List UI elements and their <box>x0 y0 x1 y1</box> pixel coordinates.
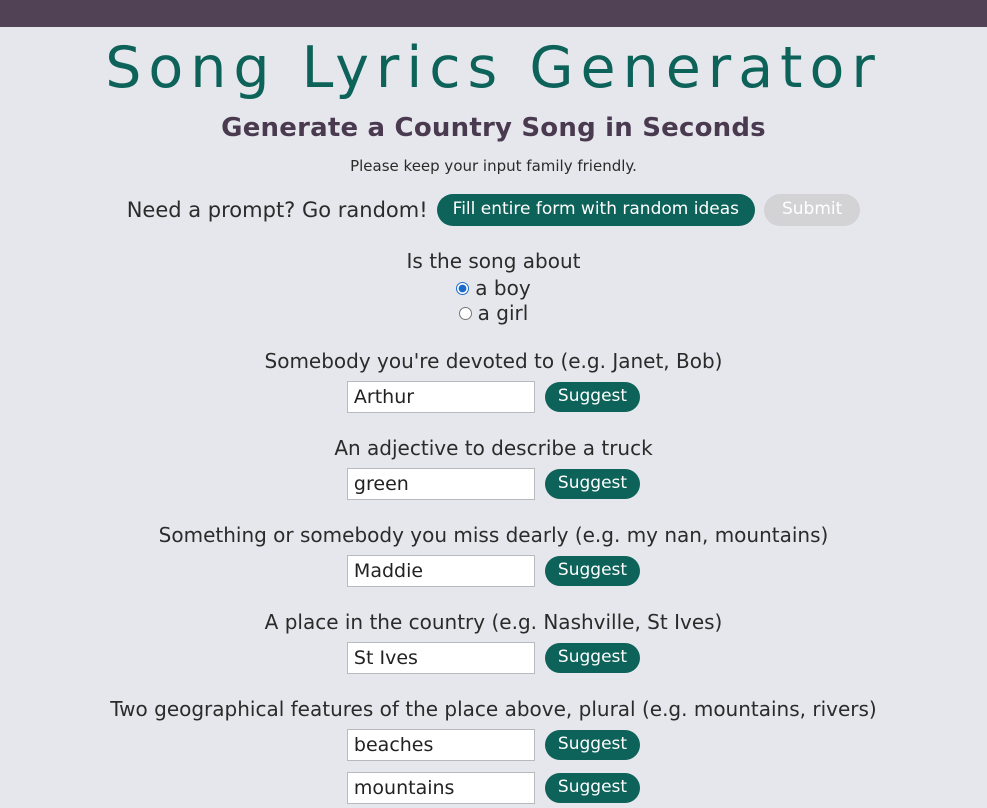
page-content: Song Lyrics Generator Generate a Country… <box>0 27 987 804</box>
field-devoted-to: Somebody you're devoted to (e.g. Janet, … <box>0 349 987 413</box>
field-miss-dearly: Something or somebody you miss dearly (e… <box>0 523 987 587</box>
field-geographical-features: Two geographical features of the place a… <box>0 697 987 804</box>
input-row: Suggest <box>0 728 987 761</box>
suggest-button-truck-adjective[interactable]: Suggest <box>544 468 641 499</box>
subject-label: Is the song about <box>406 248 581 273</box>
input-row: Suggest <box>0 771 987 804</box>
field-label: A place in the country (e.g. Nashville, … <box>264 609 723 634</box>
suggest-button-devoted-to[interactable]: Suggest <box>544 381 641 412</box>
random-prompt-row: Need a prompt? Go random! Fill entire fo… <box>0 193 987 226</box>
subject-radio-list: a boy a girl <box>0 276 987 326</box>
input-row: Suggest <box>0 554 987 587</box>
field-label: An adjective to describe a truck <box>334 435 653 460</box>
field-truck-adjective: An adjective to describe a truck Suggest <box>0 436 987 500</box>
suggest-button-place[interactable]: Suggest <box>544 642 641 673</box>
input-row: Suggest <box>0 641 987 674</box>
suggest-button-geo-feature-1[interactable]: Suggest <box>544 729 641 760</box>
miss-dearly-input[interactable] <box>346 554 535 587</box>
input-row: Suggest <box>0 380 987 413</box>
suggest-button-geo-feature-2[interactable]: Suggest <box>544 772 641 803</box>
top-bar <box>0 0 987 27</box>
input-row: Suggest <box>0 467 987 500</box>
radio-label-girl[interactable]: a girl <box>478 301 529 326</box>
radio-label-boy[interactable]: a boy <box>475 276 530 301</box>
field-label: Somebody you're devoted to (e.g. Janet, … <box>264 348 723 373</box>
fill-random-button[interactable]: Fill entire form with random ideas <box>436 193 755 226</box>
field-place: A place in the country (e.g. Nashville, … <box>0 610 987 674</box>
radio-input-girl[interactable] <box>458 306 472 320</box>
radio-input-boy[interactable] <box>456 281 470 295</box>
field-label: Two geographical features of the place a… <box>110 696 877 721</box>
geo-feature-2-input[interactable] <box>346 771 535 804</box>
family-friendly-note: Please keep your input family friendly. <box>350 156 637 175</box>
radio-option-girl[interactable]: a girl <box>0 301 987 326</box>
geo-feature-1-input[interactable] <box>346 728 535 761</box>
place-input[interactable] <box>346 641 535 674</box>
page-subtitle: Generate a Country Song in Seconds <box>221 112 766 143</box>
suggest-button-miss-dearly[interactable]: Suggest <box>544 555 641 586</box>
random-prompt-label: Need a prompt? Go random! <box>126 197 428 222</box>
page-title: Song Lyrics Generator <box>105 35 882 101</box>
field-label: Something or somebody you miss dearly (e… <box>158 522 829 547</box>
submit-button[interactable]: Submit <box>763 193 861 226</box>
radio-option-boy[interactable]: a boy <box>0 276 987 301</box>
subject-group: Is the song about a boy a girl <box>0 249 987 326</box>
truck-adjective-input[interactable] <box>346 467 535 500</box>
devoted-to-input[interactable] <box>346 380 535 413</box>
